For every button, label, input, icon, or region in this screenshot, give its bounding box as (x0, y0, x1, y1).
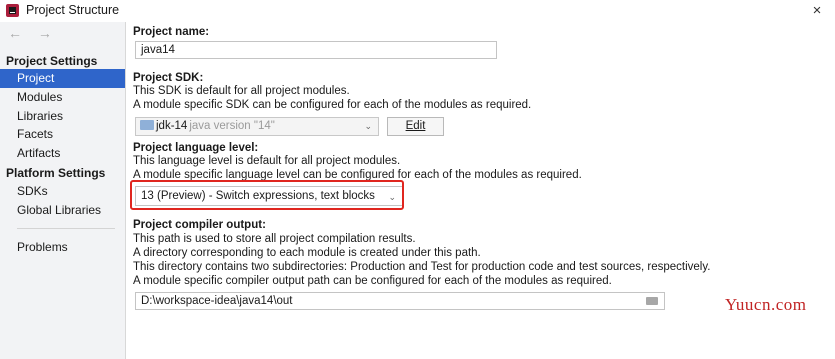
platform-settings-header: Platform Settings (6, 166, 106, 180)
highlight-box (130, 180, 404, 210)
compiler-output-path-input[interactable]: D:\workspace-idea\java14\out (135, 292, 665, 310)
close-button[interactable]: × (807, 1, 827, 21)
chevron-down-icon: ⌄ (364, 121, 372, 131)
browse-folder-icon[interactable] (646, 297, 658, 305)
language-description-1: This language level is default for all p… (133, 155, 401, 167)
sidebar-item-facets[interactable]: Facets (0, 125, 125, 144)
output-description-2: A directory corresponding to each module… (133, 247, 481, 259)
sdk-version: java version "14" (189, 120, 275, 132)
sidebar: ← → Project Settings Project Modules Lib… (0, 22, 126, 359)
compiler-output-label: Project compiler output: (133, 219, 266, 231)
sidebar-item-sdks[interactable]: SDKs (0, 182, 125, 201)
nav-arrows: ← → (8, 25, 58, 41)
sidebar-item-project[interactable]: Project (0, 69, 125, 88)
sidebar-separator (17, 228, 115, 229)
intellij-app-icon (6, 4, 19, 17)
sidebar-item-problems[interactable]: Problems (0, 238, 125, 257)
sidebar-item-global-libraries[interactable]: Global Libraries (0, 201, 125, 220)
project-name-input[interactable]: java14 (135, 41, 497, 59)
edit-sdk-button[interactable]: Edit (387, 117, 444, 136)
output-description-3: This directory contains two subdirectori… (133, 261, 711, 273)
output-description-1: This path is used to store all project c… (133, 233, 416, 245)
sdk-name: jdk-14 (156, 120, 188, 132)
forward-arrow-icon[interactable]: → (38, 25, 58, 41)
back-arrow-icon[interactable]: ← (8, 25, 28, 41)
watermark: Yuucn.com (725, 295, 807, 314)
edit-button-label: Edit (405, 120, 426, 132)
window-title: Project Structure (26, 3, 120, 17)
language-level-label: Project language level: (133, 142, 259, 154)
sidebar-item-modules[interactable]: Modules (0, 88, 125, 107)
sdk-description-1: This SDK is default for all project modu… (133, 85, 350, 97)
sidebar-item-libraries[interactable]: Libraries (0, 107, 125, 126)
compiler-output-path: D:\workspace-idea\java14\out (141, 295, 293, 307)
folder-icon (140, 120, 154, 130)
sdk-description-2: A module specific SDK can be configured … (133, 99, 532, 111)
sidebar-item-artifacts[interactable]: Artifacts (0, 144, 125, 163)
project-sdk-label: Project SDK: (133, 72, 204, 84)
title-bar: Project Structure × (0, 0, 835, 22)
project-settings-header: Project Settings (6, 54, 98, 68)
output-description-4: A module specific compiler output path c… (133, 275, 612, 287)
project-name-label: Project name: (133, 26, 210, 38)
project-sdk-combo[interactable]: jdk-14 java version "14" ⌄ (135, 117, 379, 136)
